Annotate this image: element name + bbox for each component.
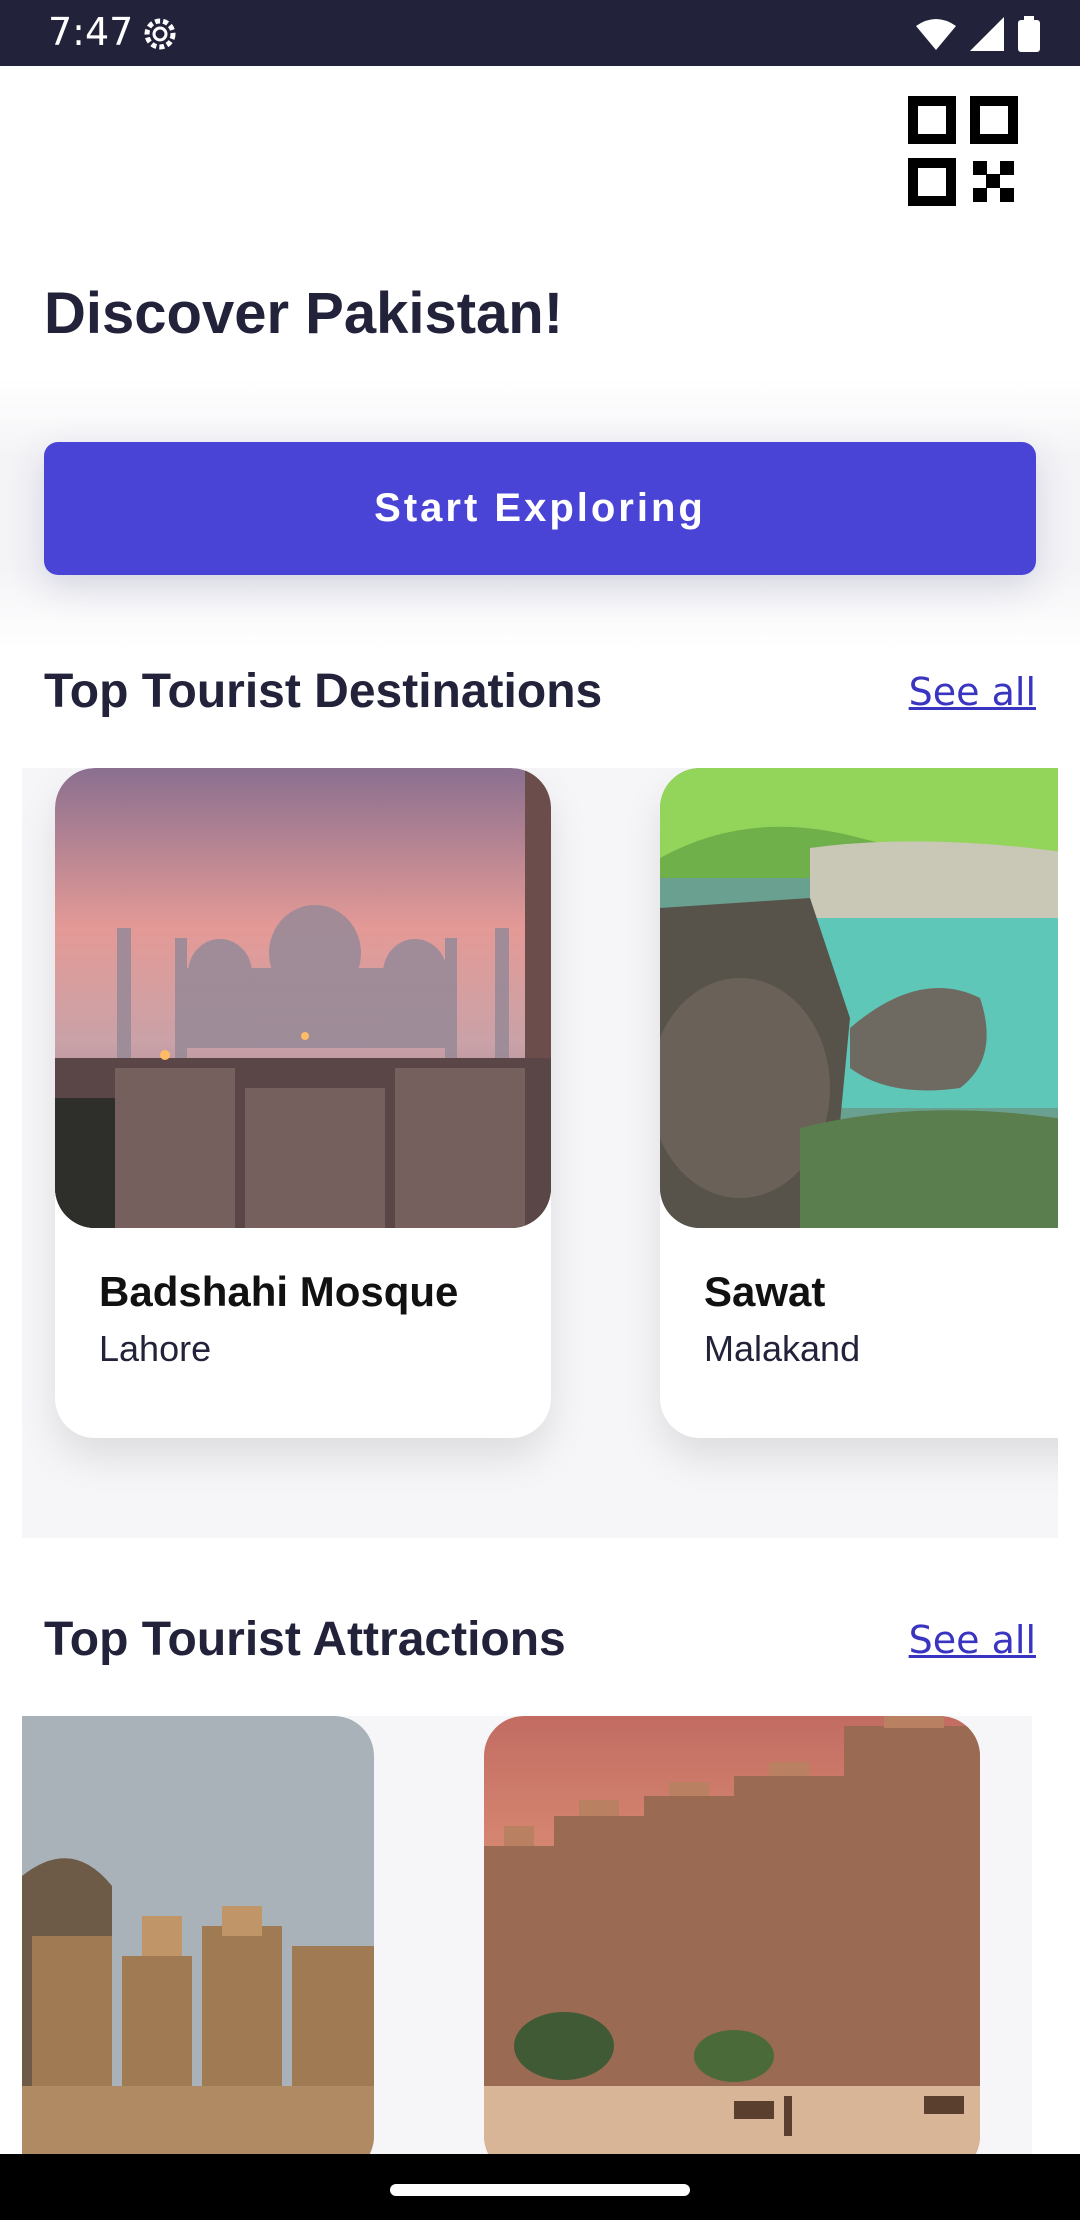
attractions-carousel[interactable]	[22, 1716, 1032, 2156]
system-icons	[916, 14, 1040, 54]
destination-location: Lahore	[99, 1328, 212, 1369]
destination-card[interactable]: Sawat Malakand	[660, 768, 1058, 1438]
destination-card[interactable]: Badshahi Mosque Lahore	[55, 768, 551, 1438]
attraction-image-fort	[484, 1716, 980, 2156]
signal-icon	[970, 17, 1004, 51]
destinations-see-all-link[interactable]: See all	[909, 670, 1036, 714]
status-bar: 7:47	[0, 0, 1080, 66]
attraction-card[interactable]	[22, 1716, 374, 2156]
start-exploring-button[interactable]: Start Exploring	[44, 442, 1036, 575]
attractions-see-all-link[interactable]: See all	[909, 1618, 1036, 1662]
destination-location: Malakand	[704, 1328, 861, 1369]
attraction-card[interactable]	[484, 1716, 980, 2156]
attraction-image-tombs	[22, 1716, 374, 2156]
attractions-section-title: Top Tourist Attractions	[44, 1613, 566, 1666]
qr-scan-icon[interactable]	[908, 96, 1018, 206]
destinations-section-title: Top Tourist Destinations	[44, 665, 603, 718]
page-title: Discover Pakistan!	[44, 281, 564, 346]
destination-name: Sawat	[704, 1268, 826, 1315]
settings-gear-icon	[144, 18, 176, 50]
destinations-carousel[interactable]: Badshahi Mosque Lahore Sawat Malakand	[22, 768, 1058, 1538]
destination-name: Badshahi Mosque	[99, 1268, 459, 1315]
navigation-bar	[0, 2154, 1080, 2220]
wifi-icon	[916, 19, 956, 50]
badshahi-mosque-image	[55, 768, 551, 1228]
battery-icon	[1018, 16, 1040, 52]
home-gesture-handle[interactable]	[390, 2184, 690, 2196]
sawat-image	[660, 768, 1058, 1228]
status-time: 7:47	[48, 10, 134, 54]
